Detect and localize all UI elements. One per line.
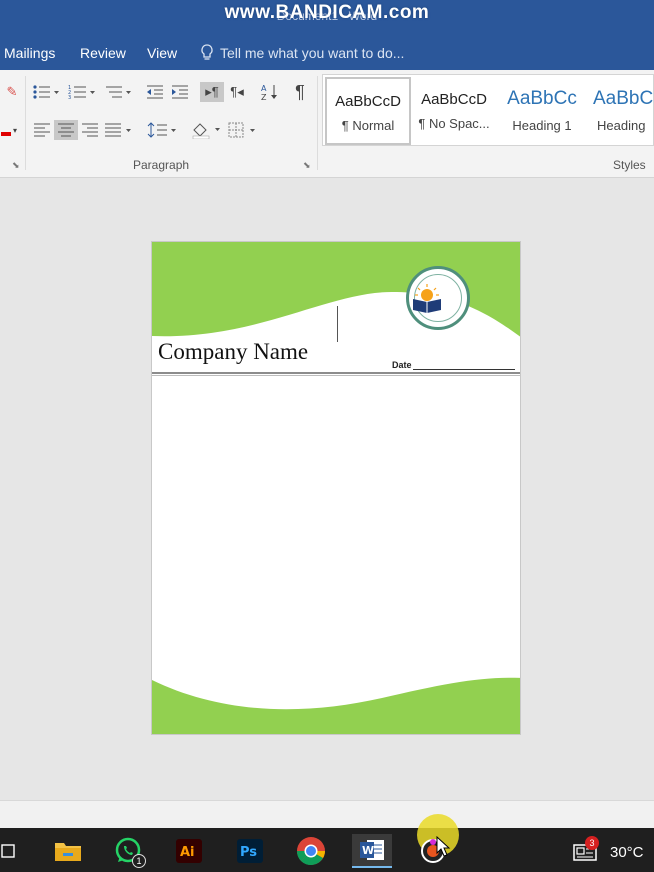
svg-text:Ps: Ps xyxy=(240,845,257,860)
borders-glyph xyxy=(228,122,255,138)
bullets-icon[interactable] xyxy=(30,82,62,102)
tab-mailings[interactable]: Mailings xyxy=(4,45,55,61)
sort-glyph: AZ xyxy=(261,84,277,101)
justify-glyph xyxy=(105,123,131,137)
style-no-spacing[interactable]: AaBbCcD ¶ No Spac... xyxy=(411,77,497,145)
date-label: Date xyxy=(392,360,412,370)
word-button[interactable]: W xyxy=(352,834,392,868)
style-heading-2[interactable]: AaBbCc Heading xyxy=(587,77,654,145)
weather-temperature[interactable]: 30°C xyxy=(610,844,644,861)
align-left-icon[interactable] xyxy=(30,120,54,140)
institution-logo xyxy=(406,266,470,330)
folder-icon xyxy=(55,843,81,861)
taskbar: 1 Ai Ps W 3 30°C xyxy=(0,814,654,872)
header-rule-thin xyxy=(152,375,520,376)
word-icon: W xyxy=(360,840,384,860)
logo-inner xyxy=(413,274,462,322)
date-underline xyxy=(412,361,515,370)
style-name: Heading xyxy=(597,118,646,133)
sort-icon[interactable]: AZ xyxy=(258,82,282,102)
style-heading-1[interactable]: AaBbCc Heading 1 xyxy=(499,77,585,145)
paragraph-group-label: Paragraph xyxy=(133,158,190,172)
svg-text:3: 3 xyxy=(68,95,71,100)
align-right-glyph xyxy=(82,123,98,137)
line-spacing-glyph xyxy=(147,122,176,138)
style-name: Heading 1 xyxy=(512,118,572,133)
styles-gallery: AaBbCcD ¶ Normal AaBbCcD ¶ No Spac... Aa… xyxy=(322,74,654,146)
style-sample: AaBbCcD xyxy=(335,93,401,110)
photoshop-button[interactable]: Ps xyxy=(230,834,270,868)
increase-indent-button[interactable] xyxy=(168,82,192,102)
group-separator xyxy=(25,76,26,170)
task-view-button[interactable] xyxy=(0,834,28,868)
header-rule xyxy=(152,372,520,374)
align-center-icon[interactable] xyxy=(54,120,78,140)
decrease-indent-button[interactable] xyxy=(143,82,167,102)
paragraph-launcher-icon[interactable]: ⬊ xyxy=(303,160,311,171)
align-right-icon[interactable] xyxy=(78,120,102,140)
document-page[interactable]: Company Name Date xyxy=(151,241,521,735)
decrease-indent-glyph xyxy=(147,85,163,99)
illustrator-icon: Ai xyxy=(176,839,202,863)
lightbulb-icon xyxy=(201,44,213,60)
ltr-direction-icon[interactable]: ▸¶ xyxy=(200,82,224,102)
recorder-watermark: www.BANDICAM.com xyxy=(224,2,430,23)
numbering-glyph: 123 xyxy=(68,85,95,100)
style-sample: AaBbCcD xyxy=(421,91,487,108)
news-button[interactable]: 3 xyxy=(565,834,605,868)
group-separator xyxy=(317,76,318,170)
show-formatting-marks-icon[interactable]: ¶ xyxy=(288,82,312,102)
illustrator-button[interactable]: Ai xyxy=(169,834,209,868)
clear-formatting-icon[interactable]: ✎ xyxy=(0,82,24,102)
style-sample: AaBbCc xyxy=(507,88,577,109)
task-view-icon xyxy=(1,844,15,858)
news-badge: 3 xyxy=(585,836,599,850)
style-normal[interactable]: AaBbCcD ¶ Normal xyxy=(325,77,411,145)
multilevel-glyph xyxy=(106,86,131,98)
ribbon-tabs: Mailings Review View Tell me what you wa… xyxy=(0,34,654,70)
font-color-button[interactable]: ▾ xyxy=(0,120,18,140)
svg-text:Z: Z xyxy=(261,93,267,101)
numbering-icon[interactable]: 123 xyxy=(66,82,98,102)
line-spacing-icon[interactable] xyxy=(145,120,179,140)
tab-view[interactable]: View xyxy=(147,45,177,61)
increase-indent-glyph xyxy=(172,85,188,99)
svg-text:W: W xyxy=(362,844,374,857)
style-name: ¶ Normal xyxy=(341,118,395,133)
rtl-direction-icon[interactable]: ¶◂ xyxy=(225,82,249,102)
tell-me-placeholder: Tell me what you want to do... xyxy=(220,44,405,61)
chrome-button[interactable] xyxy=(291,834,331,868)
shading-icon[interactable] xyxy=(189,120,223,140)
tab-review[interactable]: Review xyxy=(80,45,126,61)
borders-icon[interactable] xyxy=(226,120,260,140)
font-color-swatch xyxy=(0,132,11,136)
company-name[interactable]: Company Name xyxy=(158,339,308,365)
paint-bucket-glyph xyxy=(192,123,220,139)
svg-text:A: A xyxy=(261,84,267,93)
whatsapp-button[interactable]: 1 xyxy=(108,834,148,868)
title-bar: Document1 - Word www.BANDICAM.com xyxy=(0,0,654,34)
multilevel-list-icon[interactable] xyxy=(102,82,134,102)
file-explorer-button[interactable] xyxy=(48,834,88,868)
align-left-glyph xyxy=(34,123,50,137)
whatsapp-badge: 1 xyxy=(132,854,146,868)
font-launcher-icon[interactable]: ⬊ xyxy=(12,160,20,171)
mouse-pointer-icon xyxy=(436,836,451,857)
svg-text:Ai: Ai xyxy=(180,845,195,860)
date-field[interactable]: Date xyxy=(392,360,515,370)
footer-wave xyxy=(152,677,520,734)
tell-me-box[interactable]: Tell me what you want to do... xyxy=(200,44,404,61)
text-cursor xyxy=(337,306,338,342)
justify-icon[interactable] xyxy=(102,120,134,140)
style-name: ¶ No Spac... xyxy=(418,116,490,131)
status-bar xyxy=(0,800,654,828)
align-center-glyph xyxy=(58,123,74,137)
photoshop-icon: Ps xyxy=(237,839,263,863)
ribbon: ✎ ▾ ⬊ 123 ▸¶ ¶◂ AZ ¶ Paragraph ⬊ AaBbCcD… xyxy=(0,70,654,178)
chrome-icon xyxy=(296,837,325,866)
book-sun-icon xyxy=(413,284,441,313)
bullets-glyph xyxy=(33,85,59,99)
style-sample: AaBbCc xyxy=(593,88,654,109)
styles-group-label: Styles xyxy=(613,158,646,172)
